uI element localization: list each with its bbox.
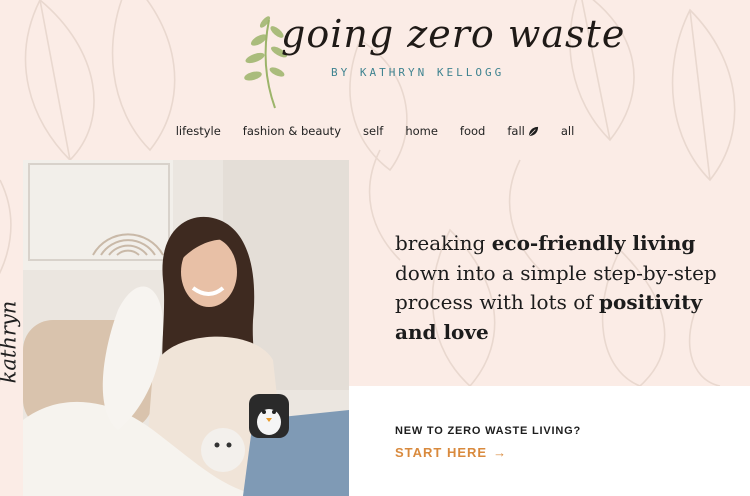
nav-item-label: fall (507, 124, 525, 138)
arrow-right-icon: → (493, 445, 508, 460)
nav-item-fall[interactable]: fall (496, 124, 550, 138)
tagline-bold-1: eco-friendly living (491, 231, 696, 255)
nav-item-home[interactable]: home (394, 124, 449, 138)
nav-item-label: home (405, 124, 438, 138)
start-here-label: START HERE (395, 445, 488, 460)
tagline-part-1: breaking (395, 231, 492, 255)
cta-question: NEW TO ZERO WASTE LIVING? (395, 425, 582, 437)
nav-item-label: all (560, 124, 575, 138)
nav-item-label: food (459, 124, 486, 138)
nav-item-all[interactable]: all (550, 124, 585, 138)
nav-item-lifestyle[interactable]: lifestyle (165, 124, 232, 138)
nav-item-label: self (363, 124, 384, 138)
main-nav: lifestyle fashion & beauty self home foo… (0, 124, 750, 138)
logo-wordmark: going zero waste (281, 12, 626, 56)
cta-panel (349, 386, 750, 496)
signature-script: kathryn (0, 294, 29, 394)
nav-item-label: lifestyle (175, 124, 221, 138)
start-here-link[interactable]: START HERE → (395, 445, 507, 460)
logo-byline: BY KATHRYN KELLOGG (331, 66, 505, 79)
hero-photo (23, 160, 349, 496)
leaf-icon (528, 126, 538, 136)
nav-item-food[interactable]: food (449, 124, 496, 138)
nav-item-label: fashion & beauty (242, 124, 341, 138)
site-logo[interactable]: going zero waste BY KATHRYN KELLOGG (225, 4, 624, 109)
nav-item-fashion-beauty[interactable]: fashion & beauty (232, 124, 352, 138)
nav-item-self[interactable]: self (352, 124, 394, 138)
signature-text: kathryn (0, 300, 21, 384)
hero-tagline: breaking eco-friendly living down into a… (395, 229, 747, 347)
